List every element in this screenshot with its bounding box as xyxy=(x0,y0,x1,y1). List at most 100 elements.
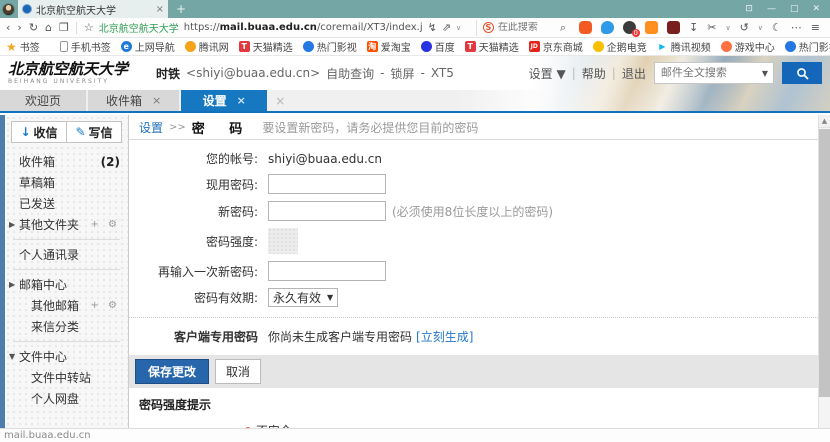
scroll-up-arrow[interactable]: ▲ xyxy=(819,115,830,128)
sidebar-item-drafts[interactable]: 草稿箱 xyxy=(5,172,128,193)
generate-now-link[interactable]: [立刻生成] xyxy=(416,328,473,345)
sidebar-item-sent[interactable]: 已发送 xyxy=(5,193,128,214)
reading-list-icon[interactable]: ❐ xyxy=(59,21,69,34)
save-changes-button[interactable]: 保存更改 xyxy=(135,359,209,384)
back-icon[interactable]: ‹ xyxy=(6,21,10,34)
browser-tab[interactable]: 北京航空航天大学 × xyxy=(18,0,168,18)
receive-mail-button[interactable]: ↓收信 xyxy=(11,121,67,143)
menu-icon[interactable]: ≡ xyxy=(811,21,820,34)
url-bar[interactable]: ☆ 北京航空航天大学 https://mail.buaa.edu.cn/core… xyxy=(84,20,469,35)
bookmark-item[interactable]: 腾讯网 xyxy=(185,39,229,54)
url-text[interactable]: https://mail.buaa.edu.cn/coremail/XT3/in… xyxy=(184,22,423,33)
bookmark-item[interactable]: T天猫精选 xyxy=(239,39,293,54)
current-password-input[interactable] xyxy=(268,174,386,194)
new-password-input[interactable] xyxy=(268,201,386,221)
sidebar-item-mail-center[interactable]: ▶邮箱中心 xyxy=(5,274,128,295)
search-icon[interactable]: ⌕ xyxy=(560,21,566,35)
quick-search-input[interactable] xyxy=(498,22,556,33)
sidebar-item-other-mailboxes[interactable]: 其他邮箱+ ⚙ xyxy=(5,295,128,316)
sidebar-item-contacts[interactable]: 个人通讯录 xyxy=(5,244,128,265)
search-scope-chevron-icon[interactable]: ▼ xyxy=(757,69,773,78)
sidebar-item-file-center[interactable]: ▼文件中心 xyxy=(5,346,128,367)
forward-icon[interactable]: › xyxy=(17,21,21,34)
user-info: 时铁 <shiyi@buaa.edu.cn> 自助查询 - 锁屏 - XT5 xyxy=(156,65,454,82)
close-icon[interactable]: × xyxy=(152,94,161,107)
lock-screen-link[interactable]: 锁屏 xyxy=(391,65,415,82)
chevron-down-icon[interactable]: ∨ xyxy=(456,24,461,32)
logout-link[interactable]: 退出 xyxy=(622,65,646,82)
bookmark-item[interactable]: T天猫精选 xyxy=(465,39,519,54)
chevron-right-icon[interactable]: ▶ xyxy=(9,220,19,229)
bookmark-item[interactable]: e上网导航 xyxy=(121,39,175,54)
bookmark-item[interactable]: 手机书签 xyxy=(60,39,111,54)
maximize-button[interactable]: □ xyxy=(790,4,799,14)
chevron-right-icon[interactable]: ▶ xyxy=(9,280,19,289)
share-icon[interactable]: ⇗ xyxy=(442,21,451,34)
scrollbar-thumb[interactable] xyxy=(819,129,830,397)
compose-mail-button[interactable]: ✎写信 xyxy=(67,121,122,143)
butterfly-icon[interactable] xyxy=(601,21,614,34)
tab-welcome[interactable]: 欢迎页 xyxy=(0,90,86,111)
page-scrollbar[interactable]: ▲ xyxy=(818,115,830,428)
download-icon[interactable]: ↧ xyxy=(689,21,698,34)
qq-penguin-icon[interactable]: 0 xyxy=(623,21,636,34)
bookmark-item[interactable]: 热门影视 xyxy=(785,39,830,54)
sidebar-item-personal-drive[interactable]: 个人网盘 xyxy=(5,388,128,409)
shopping-bag-icon[interactable] xyxy=(645,21,658,34)
tab-settings[interactable]: 设置× xyxy=(181,90,267,111)
page-hint: 要设置新密码，请务必提供您目前的密码 xyxy=(262,119,478,136)
cancel-button[interactable]: 取消 xyxy=(215,359,261,384)
confirm-password-input[interactable] xyxy=(268,261,386,281)
home-icon[interactable]: ⌂ xyxy=(45,21,52,34)
strength-tips: 密码强度提示 ● 不安全 密码长度至少 6 位 xyxy=(129,388,818,428)
divider xyxy=(13,341,120,342)
chevron-down-icon[interactable]: ▼ xyxy=(9,352,19,361)
validity-select[interactable]: 永久有效▼ xyxy=(268,288,338,307)
folder-actions[interactable]: + ⚙ xyxy=(90,219,120,230)
bookmark-item[interactable]: 淘爱淘宝 xyxy=(367,39,411,54)
mail-search-input[interactable] xyxy=(655,67,757,79)
close-icon[interactable]: × xyxy=(275,94,285,108)
scissors-icon[interactable]: ✂ xyxy=(707,21,716,34)
bookmark-star-icon[interactable]: ☆ xyxy=(84,21,94,34)
bookmark-item[interactable]: 企鹅电竞 xyxy=(593,39,647,54)
bookmark-item[interactable]: JD京东商城 xyxy=(529,39,583,54)
sidebar-item-inbox[interactable]: 收件箱(2) xyxy=(5,151,128,172)
bookmark-item[interactable]: 热门影视 xyxy=(303,39,357,54)
chevron-down-icon[interactable]: ∨ xyxy=(758,24,763,32)
minimize-button[interactable]: — xyxy=(767,4,776,14)
new-tab-button[interactable]: + xyxy=(176,2,186,16)
flash-icon[interactable]: ↯ xyxy=(428,21,437,34)
bookmark-item[interactable]: 游戏中心 xyxy=(721,39,775,54)
adobe-icon[interactable] xyxy=(667,21,680,34)
window-app-icon[interactable]: ⊡ xyxy=(745,4,753,14)
folder-actions[interactable]: + ⚙ xyxy=(90,300,120,311)
self-query-link[interactable]: 自助查询 xyxy=(326,65,374,82)
tab-inbox[interactable]: 收件箱× xyxy=(88,90,179,111)
more-icon[interactable]: ⋯ xyxy=(791,21,802,34)
close-icon[interactable]: × xyxy=(237,94,246,107)
refresh-icon[interactable]: ↻ xyxy=(29,21,38,34)
undo-icon[interactable]: ↺ xyxy=(740,21,749,34)
settings-menu-link[interactable]: 设置 ▼ xyxy=(529,65,566,82)
help-link[interactable]: 帮助 xyxy=(582,65,606,82)
bookmark-item[interactable]: ▶腾讯视频 xyxy=(657,39,711,54)
mail-search-box[interactable]: ▼ xyxy=(654,62,774,84)
quick-search-box[interactable]: S ⌕ xyxy=(476,20,572,36)
night-mode-moon-icon[interactable]: ☾ xyxy=(772,21,782,34)
sidebar-item-other-folders[interactable]: ▶其他文件夹+ ⚙ xyxy=(5,214,128,235)
mail-search-button[interactable] xyxy=(782,62,822,84)
sidebar-item-file-transfer[interactable]: 文件中转站 xyxy=(5,367,128,388)
sidebar-item-incoming-rules[interactable]: 来信分类 xyxy=(5,316,128,337)
tab-close-icon[interactable]: × xyxy=(156,4,164,15)
xt5-link[interactable]: XT5 xyxy=(431,66,454,80)
close-button[interactable]: ✕ xyxy=(812,4,820,14)
current-password-label: 现用密码: xyxy=(129,176,268,193)
star-icon: ★ xyxy=(6,40,17,54)
bookmark-item[interactable]: ★书签 xyxy=(6,39,40,54)
user-avatar-icon[interactable] xyxy=(2,3,15,16)
chevron-down-icon[interactable]: ∨ xyxy=(725,24,730,32)
bookmark-item[interactable]: 百度 xyxy=(421,39,455,54)
game-controller-icon[interactable] xyxy=(579,21,592,34)
breadcrumb-settings-link[interactable]: 设置 xyxy=(139,119,163,136)
